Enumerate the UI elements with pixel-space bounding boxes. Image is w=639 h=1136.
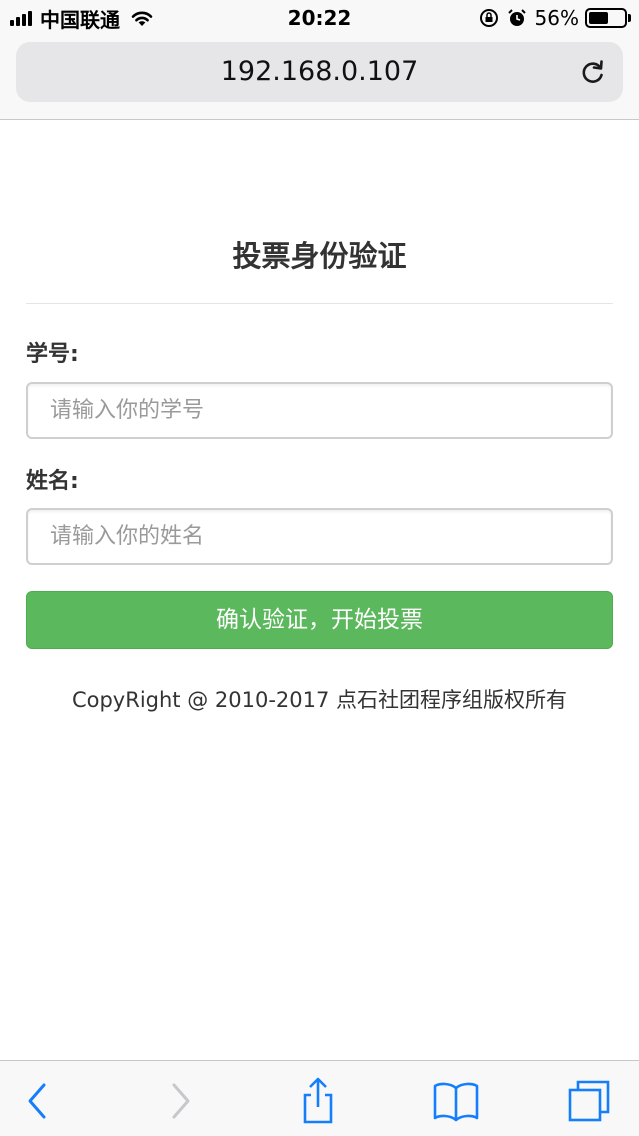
back-button[interactable] <box>14 1079 62 1123</box>
status-right: 56% <box>479 6 631 30</box>
page-title: 投票身份验证 <box>232 239 407 273</box>
forward-icon <box>172 1083 190 1119</box>
name-input[interactable] <box>26 508 613 565</box>
url-text[interactable]: 192.168.0.107 <box>16 56 623 88</box>
bookmarks-button[interactable] <box>432 1079 480 1123</box>
battery-level <box>589 12 609 24</box>
tabs-icon <box>568 1080 610 1122</box>
copyright-text: CopyRight @ 2010-2017 点石社团程序组版权所有 <box>71 688 568 712</box>
bookmarks-icon <box>433 1082 479 1122</box>
battery-icon <box>585 8 631 28</box>
alarm-icon <box>507 9 526 26</box>
reload-icon[interactable] <box>579 58 607 86</box>
browser-toolbar <box>0 1060 639 1136</box>
student-id-label: 学号: <box>26 342 79 367</box>
submit-button[interactable]: 确认验证，开始投票 <box>26 591 613 649</box>
title-divider <box>26 303 613 304</box>
student-id-input[interactable] <box>26 382 613 439</box>
battery-percent: 56% <box>534 6 579 30</box>
status-bar: 中国联通 20:22 56% <box>0 0 639 36</box>
name-label: 姓名: <box>26 469 79 494</box>
orientation-lock-icon <box>479 9 498 27</box>
share-button[interactable] <box>294 1077 342 1124</box>
back-icon <box>28 1083 46 1119</box>
share-icon <box>303 1077 333 1124</box>
address-bar[interactable]: 192.168.0.107 <box>16 42 623 102</box>
forward-button[interactable] <box>156 1079 204 1123</box>
tabs-button[interactable] <box>566 1079 614 1123</box>
browser-address-area: 192.168.0.107 <box>0 36 639 120</box>
